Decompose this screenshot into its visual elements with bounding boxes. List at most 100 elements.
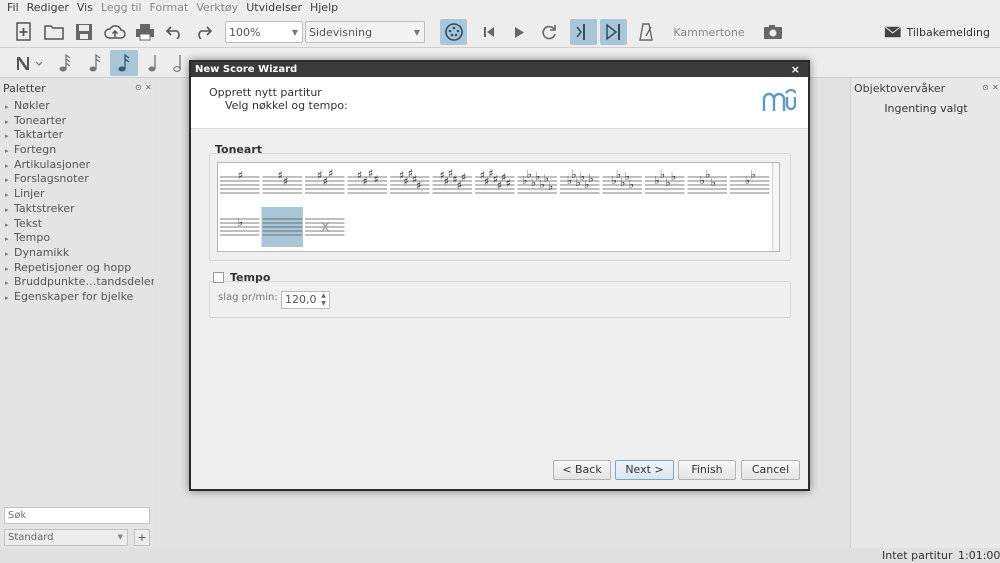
open-folder-icon[interactable] <box>42 20 66 44</box>
key-signature-cell[interactable]: ♭ <box>220 216 260 236</box>
spin-down-icon[interactable]: ▼ <box>319 300 328 308</box>
new-score-icon[interactable] <box>12 20 36 44</box>
key-signature-cell[interactable]: ♭ ♭♭ ♭♭ ♭ <box>560 168 600 194</box>
menu-verktøy[interactable]: Verktøy <box>196 1 238 14</box>
menu-legg-til[interactable]: Legg til <box>101 1 142 14</box>
close-icon[interactable]: ✕ <box>145 83 152 92</box>
palette-item[interactable]: ▸ Egenskaper for bjelke <box>0 290 154 305</box>
main-toolbar: 100% ▼ Sidevisning ▼ Kammertone Tilbakem… <box>0 15 1000 48</box>
inspector-empty-text: Ingenting valgt <box>884 102 968 115</box>
finish-button[interactable]: Finish <box>678 460 736 480</box>
palette-item-label: Forslagsnoter <box>14 172 89 186</box>
key-signature-cell[interactable]: ♯ ♯♯ <box>305 167 345 194</box>
cloud-upload-icon[interactable] <box>102 20 128 44</box>
spin-up-icon[interactable]: ▲ <box>319 292 328 300</box>
palette-item-label: Tekst <box>14 216 43 230</box>
metronome-icon[interactable] <box>634 20 658 44</box>
musescore-logo-icon <box>762 88 796 111</box>
undo-icon[interactable] <box>162 20 186 44</box>
feedback-button[interactable]: Tilbakemelding <box>884 20 990 44</box>
flat-icon: ♭ <box>660 168 665 181</box>
palette-item[interactable]: ▸ Nøkler <box>0 99 154 114</box>
menu-format[interactable]: Format <box>150 1 189 14</box>
loop-in-button[interactable] <box>570 19 597 45</box>
palette-search-input[interactable] <box>4 507 150 524</box>
zoom-value: 100% <box>229 25 261 39</box>
next-button[interactable]: Next > <box>615 460 674 480</box>
key-signature-cell[interactable]: ♯ ♯ <box>262 169 303 194</box>
quarter-note-icon[interactable] <box>142 51 164 75</box>
palette-item[interactable]: ▸ Artikulasjoner <box>0 158 154 173</box>
bpm-spinbox[interactable]: 120,0 ▲ ▼ <box>281 291 330 309</box>
palette-item[interactable]: ▸ Fortegn <box>0 143 154 158</box>
key-signature-cell[interactable] <box>261 207 304 247</box>
palette-item[interactable]: ▸ Tonearter <box>0 114 154 129</box>
float-icon[interactable]: ⊙ <box>982 83 989 92</box>
key-signature-cell[interactable]: ♭ ♭♭ ♭ <box>645 168 685 194</box>
expand-arrow-icon: ▸ <box>5 161 9 170</box>
flat-icon: ♭ <box>745 174 750 187</box>
print-icon[interactable] <box>132 20 158 44</box>
float-icon[interactable]: ⊙ <box>135 83 142 92</box>
midi-input-button[interactable] <box>440 19 467 45</box>
palette-item[interactable]: ▸ Forslagsnoter <box>0 172 154 187</box>
key-signature-cell[interactable]: ♯♯♯♯♯♯ <box>432 167 473 194</box>
loop-icon[interactable] <box>538 20 560 44</box>
dialog-titlebar: New Score Wizard × <box>191 62 808 77</box>
key-signature-cell[interactable]: ♯ <box>220 169 260 194</box>
palette-item[interactable]: ▸ Taktarter <box>0 128 154 143</box>
key-signature-cell[interactable]: ♯♯♯♯♯ <box>390 167 430 194</box>
palette-item[interactable]: ▸ Tekst <box>0 217 154 232</box>
rewind-icon[interactable] <box>478 20 500 44</box>
palette-item-label: Linjer <box>14 187 45 201</box>
menu-rediger[interactable]: Rediger <box>27 1 69 14</box>
palette-item[interactable]: ▸ Taktstreker <box>0 202 154 217</box>
camera-icon[interactable] <box>760 20 786 44</box>
key-signature-cell[interactable]: ♯♯♯♯♯♯♯ <box>475 167 515 194</box>
key-signature-cell[interactable]: ♯ ♯♯ ♯ <box>347 167 388 194</box>
note-input-icon <box>17 57 43 70</box>
tempo-checkbox[interactable] <box>213 272 224 283</box>
loop-out-button[interactable] <box>600 19 627 45</box>
close-icon[interactable]: ✕ <box>992 83 999 92</box>
new-score-wizard-dialog: New Score Wizard × Opprett nytt partitur… <box>189 60 810 491</box>
redo-icon[interactable] <box>192 20 216 44</box>
palette-item[interactable]: ▸ Tempo <box>0 231 154 246</box>
palette-panel: Paletter ⊙ ✕ ▸ Nøkler ▸ Tonearter ▸ Taktarter… <box>0 78 154 548</box>
cancel-button[interactable]: Cancel <box>741 460 800 480</box>
half-note-icon[interactable] <box>168 51 188 75</box>
menu-hjelp[interactable]: Hjelp <box>310 1 338 14</box>
key-signature-cell[interactable]: ♭ ♭♭ ♭♭ <box>602 168 643 194</box>
add-workspace-button[interactable]: + <box>134 529 150 546</box>
play-icon[interactable] <box>508 20 530 44</box>
sixteenth-note-button[interactable] <box>110 50 138 76</box>
status-time: 1:01:000 <box>958 549 1000 562</box>
menu-utvidelser[interactable]: Utvidelser <box>246 1 302 14</box>
key-signature-cell[interactable]: ♭ ♭♭ <box>687 168 728 194</box>
view-mode-select[interactable]: Sidevisning ▼ <box>305 21 425 43</box>
palette-item[interactable]: ▸ Bruddpunkte…tandsdelere <box>0 275 154 290</box>
workspace-value: Standard <box>8 532 54 543</box>
palette-item[interactable]: ▸ Dynamikk <box>0 246 154 261</box>
sixtyfourth-note-icon[interactable] <box>52 51 78 75</box>
chevron-down-icon: ▼ <box>291 28 298 37</box>
key-signature-cell[interactable]: ♭ ♭♭ ♭♭ ♭♭ <box>517 168 558 194</box>
workspace-select[interactable]: Standard ▼ <box>4 529 128 546</box>
save-icon[interactable] <box>72 20 96 44</box>
zoom-select[interactable]: 100% ▼ <box>225 21 303 43</box>
palette-item[interactable]: ▸ Linjer <box>0 187 154 202</box>
key-signature-cell[interactable]: X <box>305 218 345 236</box>
midi-icon <box>444 23 463 41</box>
close-icon[interactable]: × <box>791 62 800 77</box>
menu-vis[interactable]: Vis <box>77 1 93 14</box>
note-input-mode-button[interactable] <box>10 51 48 75</box>
palette-item-label: Artikulasjoner <box>14 157 90 171</box>
back-button[interactable]: < Back <box>553 460 611 480</box>
kammertone-button[interactable]: Kammertone <box>672 20 746 44</box>
palette-item[interactable]: ▸ Repetisjoner og hopp <box>0 261 154 276</box>
expand-arrow-icon: ▸ <box>5 117 9 126</box>
thirtysecond-note-icon[interactable] <box>82 51 108 75</box>
scrollbar[interactable] <box>772 163 779 251</box>
menu-fil[interactable]: Fil <box>7 1 19 14</box>
key-signature-cell[interactable]: ♭ ♭ <box>730 168 770 194</box>
